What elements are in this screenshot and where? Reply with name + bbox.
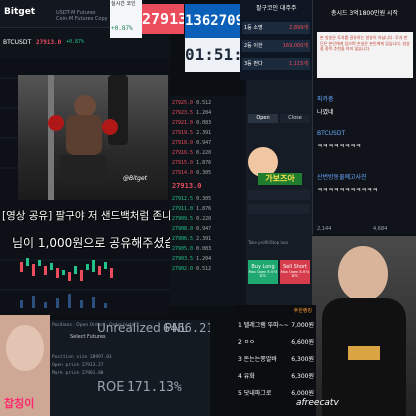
order-book: 27925.0 0.512 27923.5 1.204 27921.0 0.08… — [170, 96, 246, 306]
trade-panel: Open Close Take profit/Stop loss Buy Lon… — [246, 80, 312, 310]
sticker-text: 가보즈아 — [258, 173, 302, 185]
bitget-logo[interactable]: Bitget — [4, 7, 35, 17]
mini-quote-title: 실시간 코인 — [111, 1, 136, 7]
ask-row[interactable]: 27921.0 0.083 — [172, 120, 244, 128]
donor-row: 1 텔레그램 뚜따~~ 7,000원 — [238, 322, 314, 329]
ask-row[interactable]: 27914.0 0.305 — [172, 170, 244, 178]
stream-timer: 01:51:30 — [185, 38, 240, 72]
donor-row: 4 유화 6,300원 — [238, 373, 314, 380]
amount-input[interactable] — [248, 204, 310, 214]
holder-ranking: 팔구코인 대주주 1등 소명 2,899개 2등 이한 169,000개 3등 … — [240, 0, 312, 80]
chat-notice: 본 방송은 투자를 권유하는 방송이 아닙니다. 투자 판단은 본인에게 있으며… — [317, 32, 413, 78]
book-last-price: 27913.0 — [172, 182, 202, 190]
afreecatv-logo: afreecatv — [296, 398, 339, 408]
ranking-row: 2등 이한 169,000개 — [242, 40, 310, 52]
video-watermark: @Bitget — [123, 175, 147, 182]
chat-panel: 총시드 3억1800만원 시작 본 방송은 투자를 권유하는 방송이 아닙니다.… — [312, 0, 416, 235]
cam-caption: 찹칭이 — [4, 397, 35, 410]
big-price-overlay: 27913.0 — [142, 4, 184, 34]
ask-row[interactable]: 27923.5 1.204 — [172, 110, 244, 118]
ranking-title: 팔구코인 대주주 — [256, 5, 297, 12]
tab-open[interactable]: Open — [248, 114, 278, 123]
ask-row[interactable]: 27925.0 0.512 — [172, 100, 244, 108]
tpsl-checkbox[interactable]: Take profit/Stop loss — [248, 240, 288, 245]
mini-quote-value: +0.87% — [111, 25, 133, 32]
roe-value: 171.13% — [127, 380, 182, 395]
bid-row[interactable]: 27906.5 2.391 — [172, 236, 244, 244]
pnl-overlay: Unrealized PNL 6466.2129991 ROE 171.13% — [65, 318, 210, 416]
bid-row[interactable]: 27909.5 0.220 — [172, 216, 244, 224]
sell-short-button[interactable]: Sell Short Max Open 8.974 BTC — [280, 260, 310, 284]
balance-counter-overlay: 13627093.92 — [185, 4, 240, 38]
stream-screen: Bitget USDT-M Futures Coin-M Futures Cop… — [0, 0, 416, 416]
price-input[interactable] — [248, 190, 310, 200]
ranking-row: 1등 소명 2,899개 — [242, 22, 310, 34]
ask-row[interactable]: 27918.0 0.947 — [172, 140, 244, 148]
donor-list: 1 텔레그램 뚜따~~ 7,000원 2 ㅇㅇ 6,600원 3 돈는는쫑알바 … — [238, 317, 314, 402]
chat-title: 총시드 3억1800만원 시작 — [330, 10, 399, 17]
mini-quote-widget: 실시간 코인 +0.87% — [110, 0, 142, 38]
pair-change: +0.87% — [66, 39, 85, 45]
ask-row[interactable]: 27916.5 0.220 — [172, 150, 244, 158]
chat-message: 파카충 나였네 — [317, 96, 334, 116]
bid-row[interactable]: 27905.0 0.083 — [172, 246, 244, 254]
bid-row[interactable]: 27903.5 1.204 — [172, 256, 244, 264]
guest-face-thumbnail: 찹칭이 — [0, 315, 50, 416]
pair-last-price: 27913.0 — [36, 39, 62, 46]
chat-message: 산번방동물예고사진 ㅋㅋㅋㅋㅋㅋㅋㅋㅋㅋㅋ — [317, 174, 378, 194]
viewer-count: 2,144 — [317, 226, 332, 232]
buy-long-button[interactable]: Buy Long Max Open 8.974 BTC — [248, 260, 278, 284]
cheer-sticker: 가보즈아 — [240, 143, 308, 185]
chat-message: BTCUSDT ㅋㅋㅋㅋㅋㅋㅋㅋ — [317, 130, 362, 150]
pnl-value: 6466.2129991 — [163, 321, 210, 335]
top-nav-links[interactable]: USDT-M Futures Coin-M Futures Copy — [56, 10, 110, 22]
donor-title: 후원랭킹 — [293, 308, 312, 314]
roe-label: ROE — [97, 380, 125, 395]
pair-symbol[interactable]: BTCUSDT — [3, 39, 31, 46]
streamer-webcam — [312, 236, 416, 416]
shared-video[interactable]: @Bitget — [18, 75, 168, 203]
bid-row[interactable]: 27908.0 0.947 — [172, 226, 244, 234]
ranking-row: 3등 펀다 1,115개 — [242, 58, 310, 70]
share-donation-banner: [영상 공유] 팔구야 저 샌드백처럼 존나 패줄게 님이 1,000원으로 공… — [0, 205, 204, 255]
exchange-top-bar: Bitget USDT-M Futures Coin-M Futures Cop… — [0, 0, 110, 28]
bid-row[interactable]: 27912.5 0.305 — [172, 196, 244, 204]
bid-row[interactable]: 27902.0 0.512 — [172, 266, 244, 274]
donor-row: 2 ㅇㅇ 6,600원 — [238, 339, 314, 346]
ask-row[interactable]: 27919.5 2.391 — [172, 130, 244, 138]
tab-close[interactable]: Close — [280, 114, 310, 123]
bid-row[interactable]: 27911.0 1.876 — [172, 206, 244, 214]
ask-row[interactable]: 27915.0 1.876 — [172, 160, 244, 168]
donor-row: 3 돈는는쫑알바 6,300원 — [238, 356, 314, 363]
like-count: 4,684 — [373, 226, 388, 232]
